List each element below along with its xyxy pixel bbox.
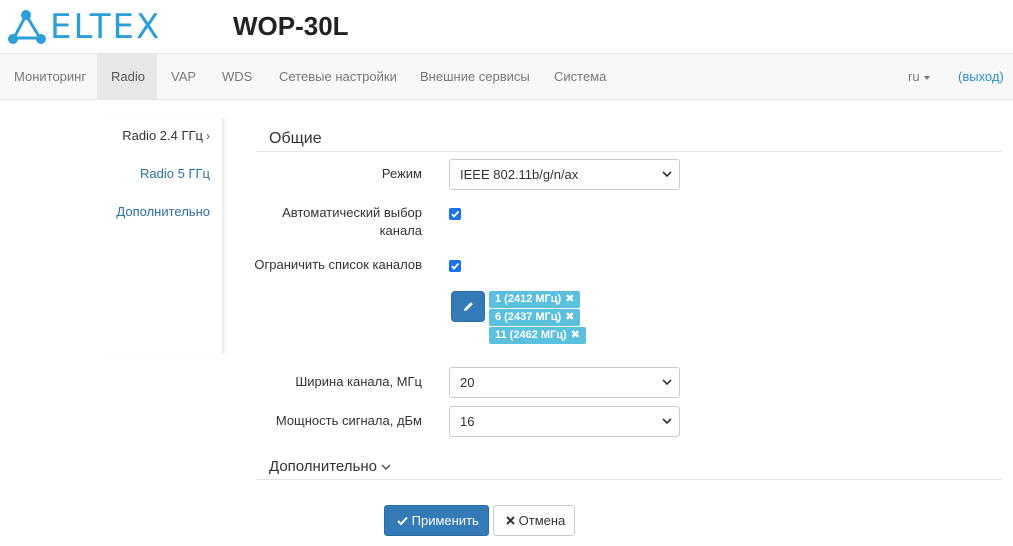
auto-channel-label: Автоматический выбор канала [282, 205, 422, 238]
device-model: WOP-30L [233, 11, 349, 41]
pencil-icon [464, 302, 473, 311]
channel-width-value: 20 [460, 375, 475, 390]
mode-select[interactable]: IEEE 802.11b/g/n/ax [449, 159, 680, 190]
channel-tag: 1 (2412 МГц) ✖ [489, 291, 581, 308]
check-icon [451, 210, 460, 218]
apply-button[interactable]: Применить [384, 505, 489, 536]
limit-channels-checkbox[interactable] [449, 260, 461, 272]
channel-tag: 6 (2437 МГц) ✖ [489, 309, 581, 326]
caret-down-icon [923, 75, 930, 80]
navbar: Мониторинг Radio VAP WDS Сетевые настрой… [0, 53, 1013, 100]
times-icon[interactable]: ✖ [565, 311, 574, 323]
channel-width-select[interactable]: 20 [449, 367, 680, 398]
language-dropdown[interactable]: ru [898, 54, 940, 99]
sidebar-item-label: Radio 2.4 ГГц [122, 128, 203, 143]
times-icon[interactable]: ✖ [565, 293, 574, 305]
tx-power-label: Мощность сигнала, дБм [275, 413, 422, 428]
section-title-general: Общие [269, 130, 322, 147]
eltex-logo[interactable]: ELTEX [6, 8, 181, 46]
limit-channels-label: Ограничить список каналов [254, 257, 422, 272]
nav-external-services[interactable]: Внешние сервисы [406, 54, 544, 99]
advanced-section-toggle[interactable]: Дополнительно [269, 458, 391, 475]
tx-power-select[interactable]: 16 [449, 406, 680, 437]
logout-link[interactable]: (выход) [948, 54, 1013, 99]
nav-wds[interactable]: WDS [208, 54, 266, 99]
auto-channel-checkbox[interactable] [449, 208, 461, 220]
cancel-button[interactable]: Отмена [493, 505, 575, 536]
sidebar-item-radio-24[interactable]: Radio 2.4 ГГц › [122, 128, 210, 143]
cancel-button-label: Отмена [518, 513, 566, 528]
language-label: ru [908, 69, 920, 84]
apply-button-label: Применить [411, 513, 479, 528]
nav-monitoring[interactable]: Мониторинг [0, 54, 100, 99]
logo-text: ELTEX [50, 7, 162, 47]
chevron-down-icon [381, 462, 391, 474]
mode-value: IEEE 802.11b/g/n/ax [460, 167, 579, 182]
channel-tag-label: 1 (2412 МГц) [495, 293, 562, 305]
tx-power-value: 16 [460, 414, 475, 429]
sidebar-item-advanced[interactable]: Дополнительно [116, 204, 210, 219]
check-icon [397, 516, 408, 526]
channel-tag: 11 (2462 МГц) ✖ [489, 327, 586, 344]
edit-channels-button[interactable] [451, 291, 485, 322]
eltex-logo-icon [8, 10, 46, 44]
advanced-section-label: Дополнительно [269, 458, 377, 475]
channel-tag-label: 6 (2437 МГц) [495, 311, 562, 323]
times-icon [506, 516, 515, 525]
chevron-down-icon [662, 171, 672, 178]
nav-radio[interactable]: Radio [97, 54, 157, 99]
divider [257, 479, 1002, 480]
channel-width-label: Ширина канала, МГц [295, 374, 422, 389]
divider [257, 151, 1002, 152]
nav-network-settings[interactable]: Сетевые настройки [265, 54, 411, 99]
chevron-down-icon [662, 418, 672, 425]
channel-tag-label: 11 (2462 МГц) [495, 329, 567, 341]
times-icon[interactable]: ✖ [571, 329, 580, 341]
nav-vap[interactable]: VAP [157, 54, 210, 99]
check-icon [451, 262, 460, 270]
mode-label: Режим [381, 166, 422, 181]
chevron-right-icon: › [206, 129, 210, 143]
sidebar-item-radio-5[interactable]: Radio 5 ГГц [140, 166, 210, 181]
chevron-down-icon [662, 379, 672, 386]
header: ELTEX WOP-30L [0, 0, 1013, 53]
sidebar: Radio 2.4 ГГц › Radio 5 ГГц Дополнительно [100, 118, 224, 354]
nav-system[interactable]: Система [540, 54, 620, 99]
